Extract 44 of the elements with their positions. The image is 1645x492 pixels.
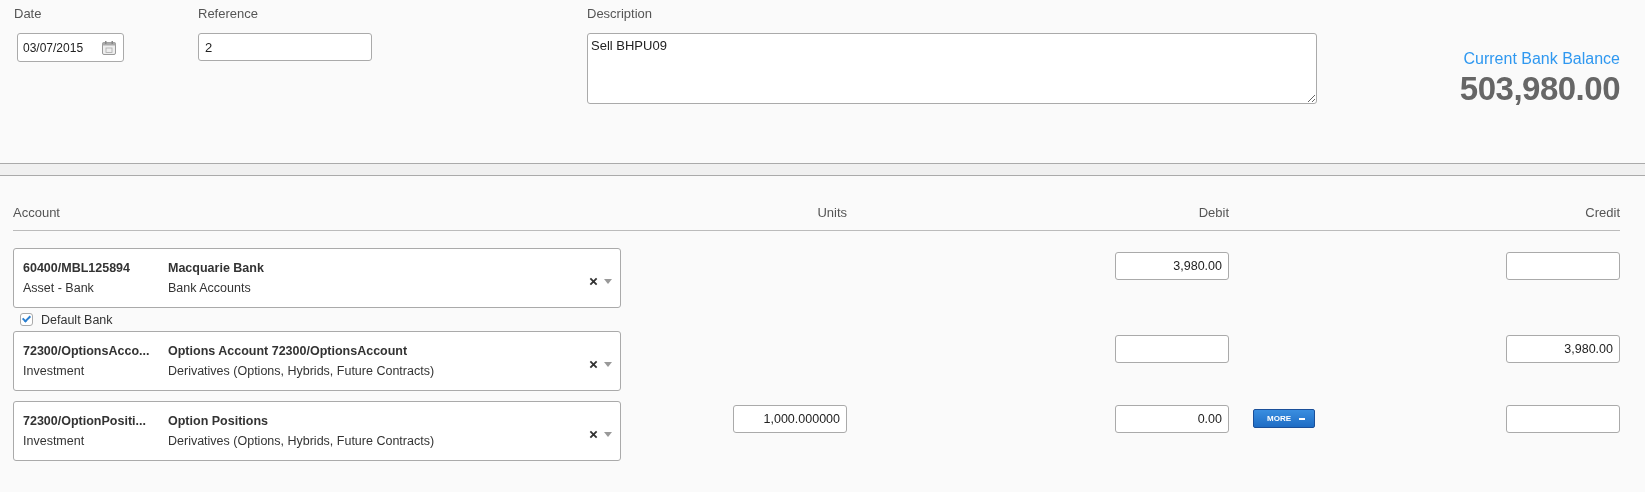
more-button[interactable]: MORE	[1253, 409, 1315, 428]
debit-field[interactable]: 0.00	[1115, 405, 1229, 433]
account-select[interactable]: 72300/OptionsAcco... Options Account 72300/OptionsAccount Investment Derivatives (Options, Hybrids, Future Contracts)	[13, 331, 621, 391]
account-type: Investment	[23, 364, 86, 378]
debit-field[interactable]: 3,980.00	[1115, 252, 1229, 280]
balance-amount: 503,980.00	[1459, 70, 1620, 108]
account-category: Derivatives (Options, Hybrids, Future Contracts)	[168, 434, 436, 448]
account-code: 72300/OptionPositi...	[23, 414, 147, 428]
account-category: Bank Accounts	[168, 281, 252, 295]
checkbox-label: Default Bank	[41, 312, 113, 327]
date-field[interactable]: 03/07/2015	[17, 33, 124, 62]
caret-icon[interactable]	[604, 361, 612, 367]
account-name: Option Positions	[168, 414, 269, 428]
account-select[interactable]: 72300/OptionPositi... Option Positions Investment Derivatives (Options, Hybrids, Future Contracts)	[13, 401, 621, 461]
credit-field[interactable]: 3,980.00	[1506, 335, 1620, 363]
account-type: Investment	[23, 434, 86, 448]
column-header: Credit	[1584, 205, 1620, 220]
column-header: Debit	[1197, 205, 1229, 220]
field-label: Reference	[198, 6, 259, 23]
account-name: Macquarie Bank	[168, 261, 265, 275]
column-header: Units	[816, 205, 847, 220]
units-field[interactable]: 1,000.000000	[733, 405, 847, 433]
caret-icon[interactable]	[604, 278, 612, 284]
account-category: Derivatives (Options, Hybrids, Future Contracts)	[168, 364, 436, 378]
credit-field[interactable]	[1506, 252, 1620, 280]
clear-icon[interactable]	[589, 359, 598, 369]
field-label: Description	[587, 6, 654, 23]
field-label: Date	[14, 6, 43, 23]
account-code: 60400/MBL125894	[23, 261, 132, 275]
account-name: Options Account 72300/OptionsAccount	[168, 344, 409, 358]
reference-field[interactable]: 2	[198, 33, 372, 61]
debit-field[interactable]	[1115, 335, 1229, 363]
checkbox[interactable]	[20, 313, 33, 326]
clear-icon[interactable]	[589, 276, 598, 286]
column-header: Account	[13, 205, 61, 220]
clear-icon[interactable]	[589, 429, 598, 439]
caret-icon[interactable]	[604, 431, 612, 437]
account-type: Asset - Bank	[23, 281, 95, 295]
credit-field[interactable]	[1506, 405, 1620, 433]
account-select[interactable]: 60400/MBL125894 Macquarie Bank Asset - Bank Bank Accounts	[13, 248, 621, 308]
calendar-icon[interactable]	[101, 39, 117, 56]
balance-label: Current Bank Balance	[1463, 50, 1620, 68]
description-field[interactable]: Sell BHPU09	[587, 33, 1317, 104]
account-code: 72300/OptionsAcco...	[23, 344, 151, 358]
